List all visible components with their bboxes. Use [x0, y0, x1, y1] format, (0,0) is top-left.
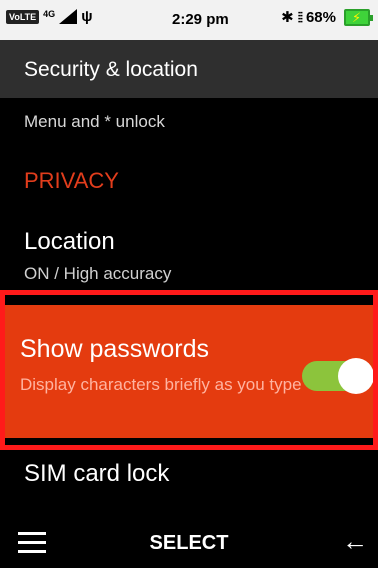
volte-badge: VoLTE	[6, 9, 40, 24]
charging-bolt-icon: ⚡	[352, 9, 362, 25]
show-passwords-title: Show passwords	[20, 335, 209, 363]
phone-screen: VoLTE 4G ψ 2:29 pm ✱ ⦙⦙ 68% ⚡ Security &…	[0, 0, 378, 568]
vibrate-icon: ⦙⦙	[297, 8, 303, 25]
sim-card-lock-item[interactable]: SIM card lock	[24, 460, 169, 488]
show-passwords-item[interactable]: Show passwords Display characters briefl…	[0, 305, 378, 438]
location-item-summary: ON / High accuracy	[24, 264, 172, 283]
select-softkey[interactable]: SELECT	[0, 532, 378, 555]
bluetooth-icon: ✱	[281, 9, 294, 26]
softkey-bar: SELECT ←	[0, 516, 378, 568]
battery-charging-icon: ⚡	[344, 8, 373, 26]
privacy-section-header: PRIVACY	[24, 168, 119, 193]
status-left: VoLTE 4G ψ	[6, 9, 93, 24]
usb-icon: ψ	[81, 8, 93, 25]
network-type: 4G	[43, 8, 56, 19]
show-passwords-summary: Display characters briefly as you type	[20, 375, 302, 394]
toggle-thumb	[338, 358, 374, 394]
status-bar: VoLTE 4G ψ 2:29 pm ✱ ⦙⦙ 68% ⚡	[0, 0, 378, 40]
location-item-title[interactable]: Location	[24, 228, 115, 256]
show-passwords-toggle[interactable]	[302, 358, 374, 394]
back-arrow-icon[interactable]: ←	[342, 526, 368, 557]
app-bar: Security & location	[0, 40, 378, 98]
signal-icon	[59, 9, 78, 24]
menu-unlock-summary[interactable]: Menu and * unlock	[24, 112, 165, 132]
battery-percent: 68%	[305, 8, 336, 26]
page-title: Security & location	[24, 58, 198, 81]
status-time: 2:29 pm	[172, 11, 229, 28]
status-right: ✱ ⦙⦙ 68% ⚡	[281, 8, 373, 26]
